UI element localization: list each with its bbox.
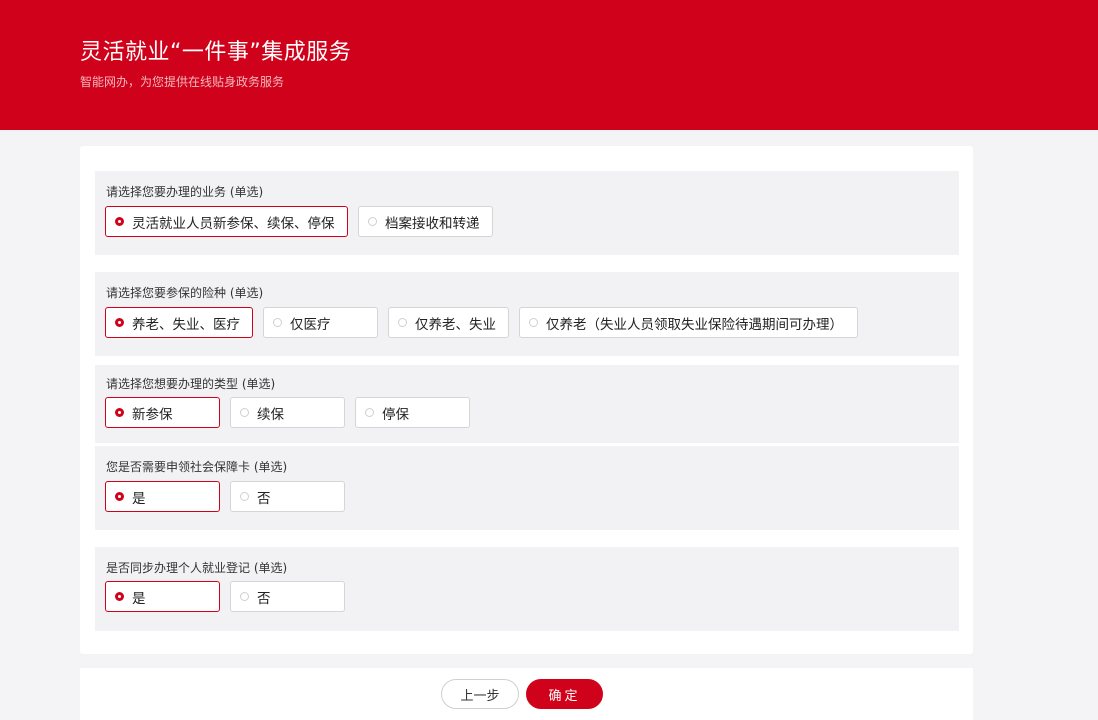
option-registration-no[interactable]: 否	[230, 581, 345, 612]
option-label: 续保	[257, 406, 284, 423]
radio-selected-icon	[115, 492, 124, 501]
radio-selected-icon	[115, 217, 124, 226]
option-new-enrollment[interactable]: 新参保	[105, 397, 220, 428]
question-social-security-card: 您是否需要申领社会保障卡 (单选) 是 否	[95, 446, 959, 530]
question-label: 请选择您想要办理的类型 (单选)	[106, 377, 276, 391]
option-label: 否	[257, 490, 271, 507]
confirm-button[interactable]: 确定	[526, 679, 603, 709]
question-label: 您是否需要申领社会保障卡 (单选)	[106, 460, 288, 474]
radio-selected-icon	[115, 592, 124, 601]
option-pension-unemployment-medical[interactable]: 养老、失业、医疗	[105, 307, 253, 338]
radio-unselected-icon	[529, 318, 538, 327]
option-pension-unemployment-only[interactable]: 仅养老、失业	[388, 307, 509, 338]
option-stop[interactable]: 停保	[355, 397, 470, 428]
option-pension-only[interactable]: 仅养老（失业人员领取失业保险待遇期间可办理）	[519, 307, 858, 338]
question-business: 请选择您要办理的业务 (单选) 灵活就业人员新参保、续保、停保 档案接收和转递	[95, 171, 959, 255]
question-label: 请选择您要参保的险种 (单选)	[106, 286, 264, 300]
question-handling-type: 请选择您想要办理的类型 (单选) 新参保 续保 停保	[95, 365, 959, 443]
page-title: 灵活就业“一件事”集成服务	[80, 40, 352, 65]
option-card-no[interactable]: 否	[230, 481, 345, 512]
option-label: 是	[132, 490, 146, 507]
radio-selected-icon	[115, 318, 124, 327]
option-label: 灵活就业人员新参保、续保、停保	[132, 215, 335, 232]
radio-unselected-icon	[240, 592, 249, 601]
radio-selected-icon	[115, 408, 124, 417]
radio-unselected-icon	[240, 408, 249, 417]
option-label: 否	[257, 590, 271, 607]
option-archive-transfer[interactable]: 档案接收和转递	[358, 206, 493, 237]
option-label: 仅养老、失业	[415, 316, 496, 333]
radio-unselected-icon	[240, 492, 249, 501]
option-label: 养老、失业、医疗	[132, 316, 240, 333]
question-employment-registration: 是否同步办理个人就业登记 (单选) 是 否	[95, 547, 959, 631]
header-banner: 灵活就业“一件事”集成服务 智能网办，为您提供在线贴身政务服务	[0, 0, 1098, 130]
previous-step-button[interactable]: 上一步	[441, 679, 519, 709]
radio-unselected-icon	[368, 217, 377, 226]
option-card-yes[interactable]: 是	[105, 481, 220, 512]
option-label: 仅医疗	[290, 316, 331, 333]
option-renew[interactable]: 续保	[230, 397, 345, 428]
option-label: 是	[132, 590, 146, 607]
option-new-renew-stop[interactable]: 灵活就业人员新参保、续保、停保	[105, 206, 348, 237]
option-label: 仅养老（失业人员领取失业保险待遇期间可办理）	[546, 316, 843, 333]
option-medical-only[interactable]: 仅医疗	[263, 307, 378, 338]
question-insurance-type: 请选择您要参保的险种 (单选) 养老、失业、医疗 仅医疗 仅养老、失业 仅养老（…	[95, 272, 959, 356]
option-label: 档案接收和转递	[385, 215, 480, 232]
question-label: 是否同步办理个人就业登记 (单选)	[106, 561, 288, 575]
radio-unselected-icon	[365, 408, 374, 417]
question-label: 请选择您要办理的业务 (单选)	[106, 185, 264, 199]
option-label: 停保	[382, 406, 409, 423]
option-label: 新参保	[132, 406, 173, 423]
radio-unselected-icon	[273, 318, 282, 327]
option-registration-yes[interactable]: 是	[105, 581, 220, 612]
page-subtitle: 智能网办，为您提供在线贴身政务服务	[80, 75, 285, 89]
radio-unselected-icon	[398, 318, 407, 327]
